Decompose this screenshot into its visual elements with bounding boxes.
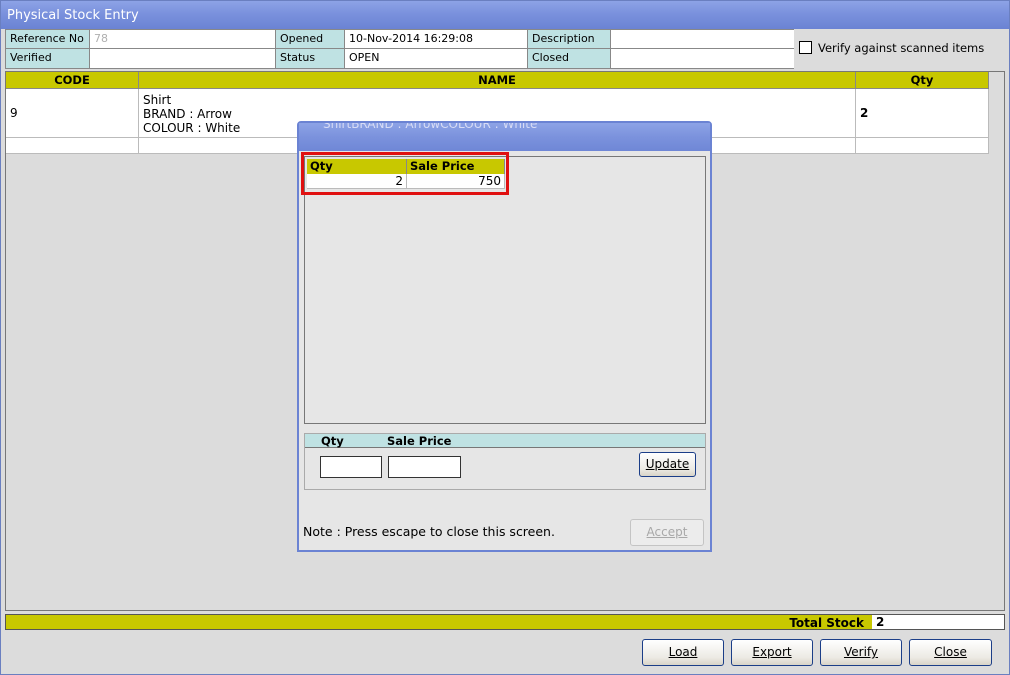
accept-button[interactable]: Accept (630, 519, 704, 546)
header-info-grid: Reference No 78 Opened 10-Nov-2014 16:29… (5, 29, 794, 69)
description-label: Description (528, 30, 611, 49)
verify-scanned-label[interactable]: Verify against scanned items (818, 41, 984, 55)
column-header-code[interactable]: CODE (6, 72, 139, 89)
row-qty-cell[interactable]: 2 (856, 89, 989, 138)
escape-note: Note : Press escape to close this screen… (303, 524, 555, 539)
empty-row-code-cell[interactable] (6, 138, 139, 154)
status-value: OPEN (345, 49, 528, 68)
closed-label: Closed (528, 49, 611, 68)
edit-panel-header: Qty Sale Price (305, 434, 705, 448)
total-stock-bar: Total Stock 2 (5, 614, 1005, 630)
description-value[interactable] (611, 30, 794, 49)
total-stock-value: 2 (872, 615, 1004, 629)
item-brand: BRAND : Arrow (143, 107, 232, 121)
row-code-cell[interactable]: 9 (6, 89, 139, 138)
window-titlebar: Physical Stock Entry (1, 1, 1009, 29)
item-name: Shirt (143, 93, 172, 107)
highlight-box (301, 152, 509, 195)
empty-row-qty-cell[interactable] (856, 138, 989, 154)
window-title: Physical Stock Entry (7, 8, 139, 23)
total-stock-label: Total Stock (789, 616, 864, 630)
edit-qty-label: Qty (321, 434, 344, 448)
verify-scanned-label-text: Verify against scanned items (818, 41, 985, 55)
verified-label: Verified (6, 49, 90, 68)
closed-value (611, 49, 794, 68)
column-header-qty[interactable]: Qty (856, 72, 989, 89)
close-button[interactable]: Close (909, 639, 992, 666)
verified-value (90, 49, 276, 68)
edit-sale-price-label: Sale Price (387, 434, 452, 448)
load-button[interactable]: Load (642, 639, 724, 666)
verify-scanned-checkbox[interactable] (799, 41, 812, 54)
column-header-name[interactable]: NAME (139, 72, 856, 89)
opened-value: 10-Nov-2014 16:29:08 (345, 30, 528, 49)
price-list: Qty Sale Price 2 750 (304, 156, 706, 424)
dialog-titlebar[interactable]: ShirtBRAND : ArrowCOLOUR : White (299, 123, 710, 151)
export-button[interactable]: Export (731, 639, 813, 666)
verify-button[interactable]: Verify (820, 639, 902, 666)
reference-no-label: Reference No (6, 30, 90, 49)
sale-price-input[interactable] (388, 456, 461, 478)
qty-input[interactable] (320, 456, 382, 478)
opened-label: Opened (276, 30, 345, 49)
status-label: Status (276, 49, 345, 68)
edit-panel: Qty Sale Price Update (304, 433, 706, 490)
dialog-title: ShirtBRAND : ArrowCOLOUR : White (323, 123, 538, 131)
update-button[interactable]: Update (639, 452, 696, 477)
reference-no-value: 78 (90, 30, 276, 49)
